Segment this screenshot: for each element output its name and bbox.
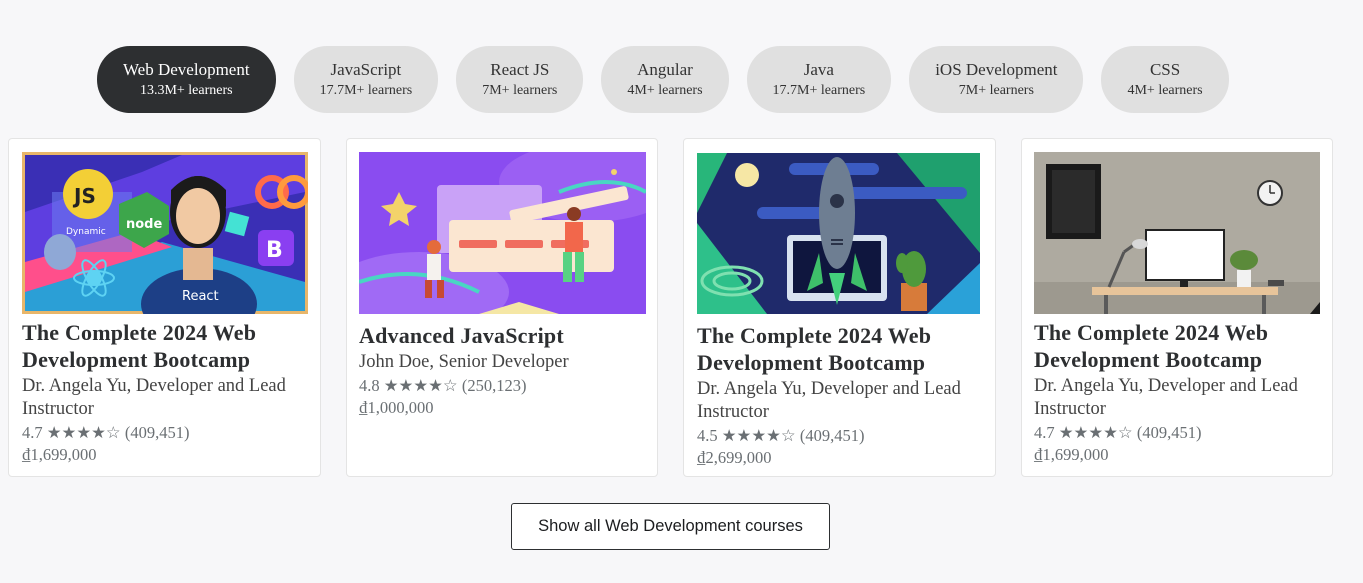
- topic-tabs: Web Development 13.3M+ learners JavaScri…: [97, 46, 1229, 113]
- course-rating: 4.5 ★★★★☆ (409,451): [697, 426, 865, 445]
- react-shirt-text: React: [182, 289, 219, 304]
- course-instructor: Dr. Angela Yu, Developer and Lead Instru…: [697, 379, 961, 422]
- course-title[interactable]: The Complete 2024 Web Development Bootca…: [697, 322, 987, 376]
- dynamic-label-text: Dynamic: [66, 227, 106, 237]
- topic-name: Angular: [637, 59, 693, 79]
- course-title[interactable]: The Complete 2024 Web Development Bootca…: [1034, 319, 1324, 373]
- course-price: ₫1,000,000: [359, 398, 434, 417]
- node-logo-text: node: [126, 217, 162, 232]
- topic-pill-angular[interactable]: Angular 4M+ learners: [601, 46, 729, 113]
- course-card[interactable]: The Complete 2024 Web Development Bootca…: [683, 138, 996, 477]
- course-price: ₫1,699,000: [22, 445, 97, 464]
- topic-learners: 7M+ learners: [958, 82, 1034, 98]
- topic-pill-ios-development[interactable]: iOS Development 7M+ learners: [909, 46, 1084, 113]
- topic-pill-web-development[interactable]: Web Development 13.3M+ learners: [97, 46, 276, 113]
- topic-pill-css[interactable]: CSS 4M+ learners: [1101, 46, 1229, 113]
- topic-name: React JS: [490, 59, 550, 79]
- course-instructor: Dr. Angela Yu, Developer and Lead Instru…: [1034, 376, 1298, 419]
- show-all-courses-button[interactable]: Show all Web Development courses: [511, 503, 830, 550]
- topic-name: Java: [803, 59, 834, 79]
- course-instructor: John Doe, Senior Developer: [359, 352, 569, 372]
- topic-learners: 17.7M+ learners: [319, 82, 413, 98]
- course-thumbnail: [359, 152, 646, 314]
- course-info: The Complete 2024 Web Development Bootca…: [1034, 319, 1324, 466]
- js-logo-text: JS: [72, 184, 96, 208]
- course-title[interactable]: The Complete 2024 Web Development Bootca…: [22, 319, 312, 373]
- topic-learners: 4M+ learners: [627, 82, 703, 98]
- topic-learners: 17.7M+ learners: [772, 82, 866, 98]
- course-thumbnail: JS Dynamic node React B: [22, 152, 308, 314]
- course-card[interactable]: The Complete 2024 Web Development Bootca…: [1021, 138, 1333, 477]
- course-price: ₫2,699,000: [697, 448, 772, 467]
- course-rating: 4.7 ★★★★☆ (409,451): [1034, 423, 1202, 442]
- topic-name: JavaScript: [330, 59, 402, 79]
- course-rating: 4.7 ★★★★☆ (409,451): [22, 423, 190, 442]
- course-price: ₫1,699,000: [1034, 445, 1109, 464]
- topic-learners: 4M+ learners: [1127, 82, 1203, 98]
- topic-learners: 13.3M+ learners: [139, 82, 233, 98]
- course-info: The Complete 2024 Web Development Bootca…: [22, 319, 312, 466]
- course-instructor: Dr. Angela Yu, Developer and Lead Instru…: [22, 376, 286, 419]
- course-info: Advanced JavaScript John Doe, Senior Dev…: [359, 322, 649, 419]
- topic-name: iOS Development: [935, 59, 1058, 79]
- course-rating: 4.8 ★★★★☆ (250,123): [359, 376, 527, 395]
- course-title[interactable]: Advanced JavaScript: [359, 322, 649, 349]
- topic-pill-javascript[interactable]: JavaScript 17.7M+ learners: [293, 46, 439, 113]
- course-card[interactable]: JS Dynamic node React B The Complete 202…: [8, 138, 321, 477]
- topic-pill-react-js[interactable]: React JS 7M+ learners: [456, 46, 584, 113]
- course-card[interactable]: Advanced JavaScript John Doe, Senior Dev…: [346, 138, 658, 477]
- bootstrap-logo-text: B: [266, 238, 283, 263]
- course-thumbnail: [697, 153, 980, 314]
- course-info: The Complete 2024 Web Development Bootca…: [697, 322, 987, 469]
- topic-pill-java[interactable]: Java 17.7M+ learners: [746, 46, 892, 113]
- topic-name: Web Development: [123, 59, 250, 79]
- topic-learners: 7M+ learners: [482, 82, 558, 98]
- course-thumbnail: [1034, 152, 1320, 314]
- topic-name: CSS: [1149, 59, 1181, 79]
